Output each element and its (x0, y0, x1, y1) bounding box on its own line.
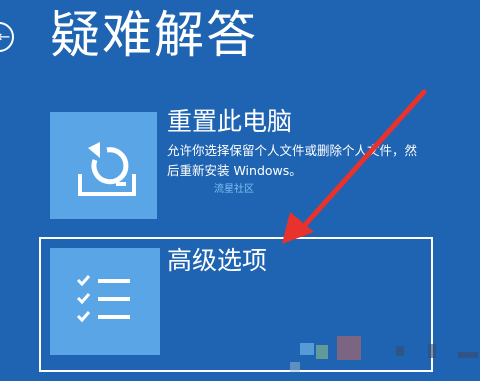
corner-logo-blur (290, 336, 478, 372)
troubleshoot-screen: ← 疑难解答 重置此电脑 允许你选择保留个人文件或删除个人文件，然后重新安装 W… (0, 0, 480, 381)
